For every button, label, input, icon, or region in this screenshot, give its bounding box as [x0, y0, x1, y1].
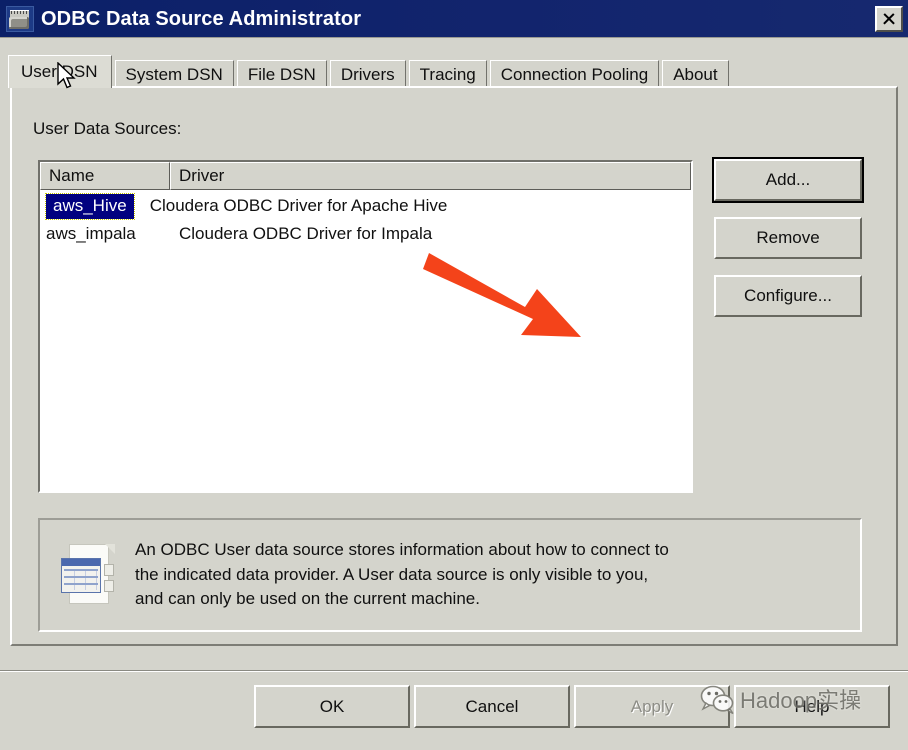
row-name: aws_Hive: [45, 192, 135, 220]
tab-file-dsn[interactable]: File DSN: [236, 60, 327, 88]
info-description: An ODBC User data source stores informat…: [135, 540, 669, 609]
table-row[interactable]: aws_impala Cloudera ODBC Driver for Impa…: [40, 220, 691, 248]
tab-label: Connection Pooling: [500, 64, 649, 84]
apply-button: Apply: [574, 685, 730, 728]
ok-button[interactable]: OK: [254, 685, 410, 728]
tab-connection-pooling[interactable]: Connection Pooling: [489, 60, 660, 88]
configure-button[interactable]: Configure...: [714, 275, 862, 317]
tab-label: File DSN: [247, 64, 316, 84]
window-title: ODBC Data Source Administrator: [41, 7, 362, 30]
remove-button[interactable]: Remove: [714, 217, 862, 259]
column-header-driver[interactable]: Driver: [170, 162, 691, 190]
listbox-rows: aws_Hive Cloudera ODBC Driver for Apache…: [40, 190, 691, 248]
odbc-data-source-icon: [61, 544, 115, 606]
column-header-name[interactable]: Name: [40, 162, 170, 190]
tab-label: User DSN: [21, 62, 98, 81]
data-sources-listbox[interactable]: Name Driver aws_Hive Cloudera ODBC Drive…: [38, 160, 693, 493]
table-row[interactable]: aws_Hive Cloudera ODBC Driver for Apache…: [40, 192, 691, 220]
user-data-sources-label: User Data Sources:: [33, 119, 182, 138]
tab-label: Drivers: [340, 64, 395, 84]
tab-drivers[interactable]: Drivers: [329, 60, 406, 88]
tab-strip: User DSN System DSN File DSN Drivers Tra…: [8, 55, 898, 88]
odbc-app-icon: [6, 5, 34, 32]
tab-tracing[interactable]: Tracing: [408, 60, 487, 88]
tab-user-dsn[interactable]: User DSN: [8, 55, 112, 88]
help-button[interactable]: Help: [734, 685, 890, 728]
row-name: aws_impala: [46, 224, 136, 243]
tab-about[interactable]: About: [662, 60, 729, 88]
tab-system-dsn[interactable]: System DSN: [114, 60, 234, 88]
close-icon[interactable]: [875, 5, 903, 32]
title-bar: ODBC Data Source Administrator: [0, 0, 908, 38]
tab-label: System DSN: [125, 64, 223, 84]
listbox-header: Name Driver: [40, 162, 691, 190]
cancel-button[interactable]: Cancel: [414, 685, 570, 728]
tab-label: Tracing: [419, 64, 476, 84]
row-driver: Cloudera ODBC Driver for Impala: [179, 224, 433, 243]
tab-label: About: [673, 64, 718, 84]
row-driver: Cloudera ODBC Driver for Apache Hive: [149, 196, 448, 215]
odbc-data-source-administrator-window: ODBC Data Source Administrator User DSN …: [0, 0, 908, 750]
add-button[interactable]: Add...: [714, 159, 862, 201]
info-panel: An ODBC User data source stores informat…: [38, 518, 862, 632]
footer-divider: [0, 670, 908, 672]
